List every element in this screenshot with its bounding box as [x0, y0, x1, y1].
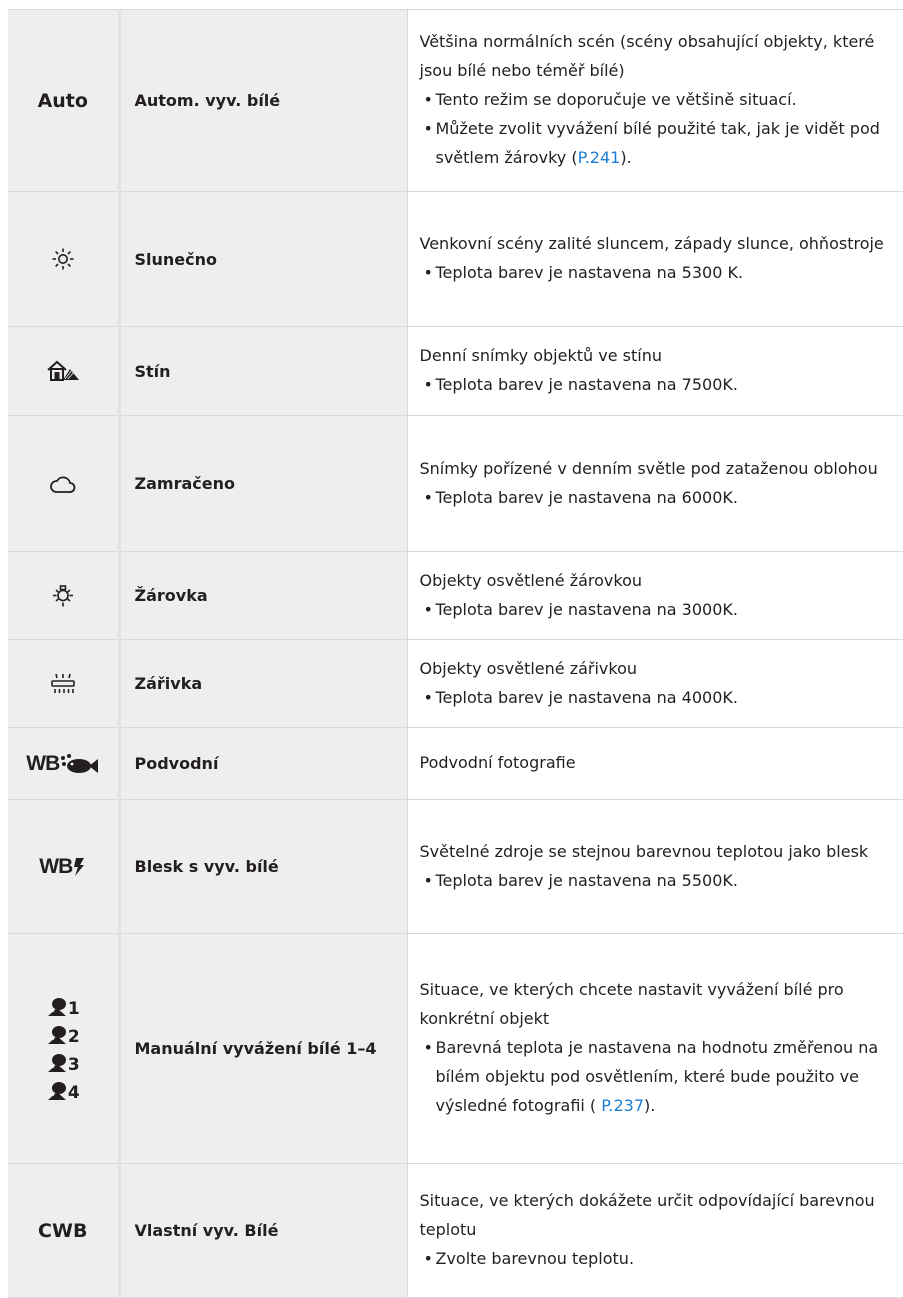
mode-icon-cell — [8, 326, 121, 416]
mode-name: Zářivka — [119, 639, 407, 728]
cloud-icon — [49, 476, 76, 493]
table-row: WB Blesk s vyv. bílé Světelné zdroje se … — [8, 799, 903, 934]
mode-icon-cell: Auto — [8, 9, 121, 192]
mode-icon-cell: CWB — [8, 1163, 121, 1298]
incandescent-bulb-icon — [52, 584, 73, 606]
flash-wb-icon: WB — [39, 855, 86, 879]
table-row: WB Podvodní Podvodní fotografie — [8, 727, 903, 800]
table-row: Zářivka Objekty osvětlené zářivkou Teplo… — [8, 639, 903, 728]
mode-icon-cell: WB — [8, 799, 121, 934]
mode-icon-cell: 1 2 3 4 — [8, 933, 121, 1164]
mode-name: Autom. vyv. bílé — [119, 9, 407, 192]
mode-icon-cell: WB — [8, 727, 121, 800]
table-row: Zamračeno Snímky pořízené v denním světl… — [8, 415, 903, 552]
table-row: 1 2 3 4 Manuální vyvážení bílé 1–4 Situa… — [8, 933, 903, 1164]
manual-wb-1-icon: 1 — [46, 996, 80, 1018]
table-row: Auto Autom. vyv. bílé Většina normálních… — [8, 9, 903, 192]
mode-name: Podvodní — [119, 727, 407, 800]
mode-name: Manuální vyvážení bílé 1–4 — [119, 933, 407, 1164]
manual-wb-4-icon: 4 — [46, 1080, 80, 1102]
auto-label: Auto — [37, 89, 88, 112]
table-row: Stín Denní snímky objektů ve stínu Teplo… — [8, 326, 903, 416]
underwater-wb-icon: WB — [26, 752, 99, 776]
table-row: Slunečno Venkovní scény zalité sluncem, … — [8, 191, 903, 327]
mode-description: Světelné zdroje se stejnou barevnou tepl… — [406, 799, 903, 934]
mode-description: Objekty osvětlené zářivkou Teplota barev… — [406, 639, 903, 728]
mode-icon-cell — [8, 551, 121, 640]
shade-icon — [47, 360, 79, 381]
mode-description: Objekty osvětlené žárovkou Teplota barev… — [406, 551, 903, 640]
mode-description: Situace, ve kterých chcete nastavit vyvá… — [406, 933, 903, 1164]
manual-wb-3-icon: 3 — [46, 1052, 80, 1074]
mode-description: Většina normálních scén (scény obsahujíc… — [406, 9, 903, 192]
manual-wb-2-icon: 2 — [46, 1024, 80, 1046]
mode-name: Stín — [119, 326, 407, 416]
table-row: Žárovka Objekty osvětlené žárovkou Teplo… — [8, 551, 903, 640]
mode-description: Podvodní fotografie — [406, 727, 903, 800]
mode-icon-cell — [8, 415, 121, 552]
page-link[interactable]: P.237 — [601, 1096, 644, 1115]
cwb-label: CWB — [38, 1219, 88, 1242]
mode-icon-cell — [8, 191, 121, 327]
mode-name: Zamračeno — [119, 415, 407, 552]
mode-description: Situace, ve kterých dokážete určit odpov… — [406, 1163, 903, 1298]
table-row: CWB Vlastní vyv. Bílé Situace, ve kterýc… — [8, 1163, 903, 1298]
mode-name: Blesk s vyv. bílé — [119, 799, 407, 934]
mode-description: Denní snímky objektů ve stínu Teplota ba… — [406, 326, 903, 416]
mode-name: Žárovka — [119, 551, 407, 640]
mode-description: Venkovní scény zalité sluncem, západy sl… — [406, 191, 903, 327]
manual-wb-icon: 1 2 3 4 — [12, 996, 114, 1102]
white-balance-table: Auto Autom. vyv. bílé Většina normálních… — [8, 9, 903, 1298]
mode-description: Snímky pořízené v denním světle pod zata… — [406, 415, 903, 552]
mode-name: Slunečno — [119, 191, 407, 327]
page-link[interactable]: P.241 — [578, 148, 621, 167]
mode-icon-cell — [8, 639, 121, 728]
fluorescent-lamp-icon — [50, 673, 75, 693]
mode-name: Vlastní vyv. Bílé — [119, 1163, 407, 1298]
sun-icon — [52, 248, 74, 270]
